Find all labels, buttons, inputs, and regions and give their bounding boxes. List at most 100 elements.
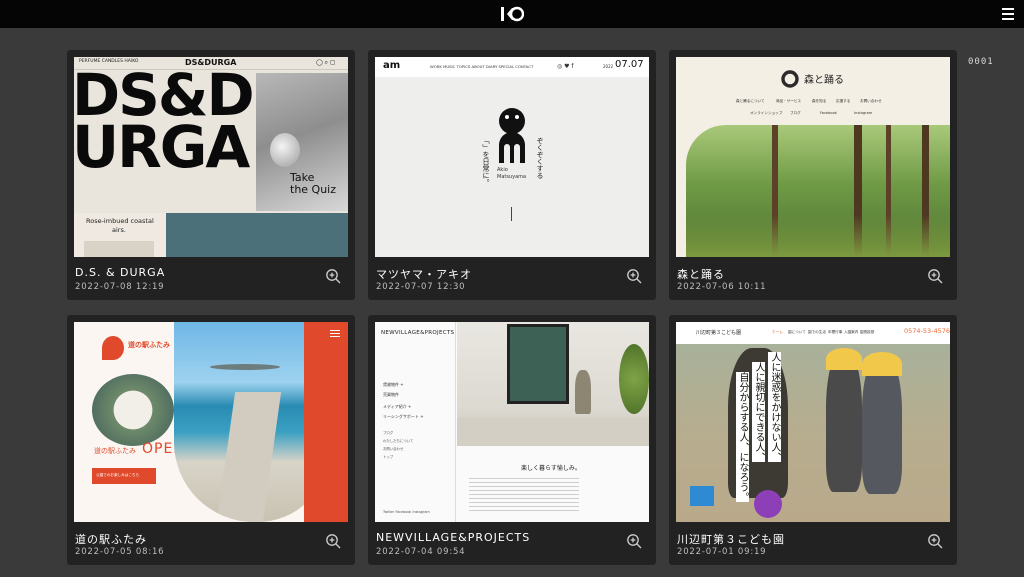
thumb-copy-2: 人に親切にできる人、 [752,362,765,462]
painting-image [507,324,569,404]
thumb-am-mark-icon [499,108,525,163]
thumb-icons: ◯ ⌕ ▢ [316,59,336,66]
ko-logo-icon[interactable] [500,5,524,23]
thumb-quiz-line2: the Quiz [290,183,337,196]
thumb-nav: 川辺町第３こども園 ホーム 園について 園での生活 年間行事 入園案内 園長挨拶… [676,322,950,344]
plant-vase [575,370,591,414]
thumb-nav-item: 商品・サービス [776,99,802,103]
thumb-interior-image [457,322,649,446]
zoom-in-icon[interactable] [927,268,943,284]
card-title[interactable]: 森と踊る [677,266,725,282]
site-thumbnail[interactable]: PERFUME CANDLES HAIKO DS&DURGA ◯ ⌕ ▢ DS&… [74,57,348,257]
thumb-link: オンラインショップ [750,111,783,115]
product-image [84,241,154,257]
thumb-caption: 楽しく暮らす愉しみ。 [521,465,581,472]
gallery-card-newvillage[interactable]: NEWVILLAGE&PROJECTS 賃貸物件 + 売買物件 メディア紹介 +… [368,315,656,565]
zoom-in-icon[interactable] [626,268,642,284]
thumb-children-photo [676,344,950,522]
thumb-logo-mark-icon [102,336,124,360]
thumb-nav-item: ホーム [772,330,783,334]
card-title[interactable]: D.S. & DURGA [75,266,165,279]
thumb-vertical-copy-2: 「」を日常に。 [482,137,490,186]
card-date: 2022-07-05 08:16 [75,547,165,557]
card-date: 2022-07-08 12:19 [75,282,165,292]
thumb-nav-item: 年間行事 [828,330,843,334]
thumb-nav-item: 森を知る [812,99,827,103]
zoom-in-icon[interactable] [626,533,642,549]
thumb-menu-small: トップ [383,455,394,459]
thumb-social-icons: ◎ ♥ f [557,63,574,70]
thumb-menu-small: ブログ [383,431,394,435]
thumb-menu-small: わたしたちについて [383,439,414,443]
thumb-nav-item: 森と踊るについて [736,99,765,103]
gallery-card-futami[interactable]: 道の駅ふたみ 道の駅ふたみ OPEN 公園でのお楽しみはこちら 道の駅ふたみ 2… [67,315,355,565]
card-date: 2022-07-04 09:54 [376,547,466,557]
card-title[interactable]: マツヤマ・アキオ [376,266,472,282]
thumb-cta-label: 公園でのお楽しみはこちら [96,473,140,477]
thumb-brand: 道の駅ふたみ [128,341,170,349]
thumb-menu-item: メディア紹介 + [383,404,412,409]
thumb-menu-small: お問い合わせ [383,447,404,451]
thumb-nav-item: 園長挨拶 [860,330,875,334]
thumb-tagline-line2: airs. [112,226,126,234]
thumb-copy-3: 自分からする人、になろう。 [736,372,749,502]
gallery-card-kawabe[interactable]: 川辺町第３こども園 ホーム 園について 園での生活 年間行事 入園案内 園長挨拶… [669,315,957,565]
thumb-food-image [92,374,174,446]
thumb-headline-jp: 道の駅ふたみ [94,447,136,455]
thumb-tagline-line1: Rose-imbued coastal [86,217,154,225]
thumb-nav-links: WORK MUSIC TOPICS ABOUT DIARY SPECIAL CO… [430,64,534,69]
thumb-link: ブログ [790,111,801,115]
bulb-shape [270,133,300,167]
card-title[interactable]: 川辺町第３こども園 [677,531,785,547]
thumb-brand: 森と踊る [804,75,844,86]
zoom-in-icon[interactable] [325,533,341,549]
card-title[interactable]: NEWVILLAGE&PROJECTS [376,531,530,544]
site-thumbnail[interactable]: am WORK MUSIC TOPICS ABOUT DIARY SPECIAL… [375,57,649,257]
thumb-menu-item: 売買物件 [383,392,399,397]
thumb-brand: NEWVILLAGE&PROJECTS [381,330,455,336]
thumb-copy-1: 人に迷惑をかけない人、 [768,352,781,462]
thumb-nav-item: 園での生活 [808,330,826,334]
hamburger-menu-icon[interactable] [1002,8,1014,20]
zoom-in-icon[interactable] [325,268,341,284]
thumb-name-line1: Akio [497,167,508,173]
site-thumbnail[interactable]: 森と踊る 森と踊るについて 商品・サービス 森を知る 応援する お問い合わせ オ… [676,57,950,257]
thumb-vertical-copy-1: ぞくぞくする [536,137,544,179]
thumb-side-panel [304,322,348,522]
card-date: 2022-07-07 12:30 [376,282,466,292]
thumb-menu-item: 賃貸物件 + [383,382,404,387]
thumb-forest-image [686,125,950,257]
thumb-nav-item: 園について [788,330,806,334]
thumb-logo: am [383,60,401,71]
thumb-date-big: 07.07 [615,59,644,70]
thumb-body-text [469,478,579,514]
thumb-hero-line2: URGA [74,113,250,181]
card-title[interactable]: 道の駅ふたみ [75,531,147,547]
site-thumbnail[interactable]: NEWVILLAGE&PROJECTS 賃貸物件 + 売買物件 メディア紹介 +… [375,322,649,522]
thumb-nav-item: 入園案内 [844,330,859,334]
page-counter: 0001 [968,57,994,67]
gallery-card-moritoodoru[interactable]: 森と踊る 森と踊るについて 商品・サービス 森を知る 応援する お問い合わせ オ… [669,50,957,300]
thumb-scroll-indicator [511,207,512,221]
gallery-card-dsdurga[interactable]: PERFUME CANDLES HAIKO DS&DURGA ◯ ⌕ ▢ DS&… [67,50,355,300]
thumb-nav-item: お問い合わせ [860,99,882,103]
gallery-card-matsuyama[interactable]: am WORK MUSIC TOPICS ABOUT DIARY SPECIAL… [368,50,656,300]
thumb-nav: 森と踊るについて 商品・サービス 森を知る 応援する お問い合わせ [736,97,896,107]
thumb-phone: 0574-53-4576 [904,327,950,335]
thumb-bulb-image: Take the Quiz [256,73,348,211]
thumb-menu-item: リーシングサポート + [383,414,424,419]
thumb-sea-image [166,213,348,257]
thumb-brand: 川辺町第３こども園 [696,330,742,336]
thumb-nav: am WORK MUSIC TOPICS ABOUT DIARY SPECIAL… [375,57,649,77]
thumb-links: オンラインショップ ブログ Facebook Instagram [750,110,890,120]
card-date: 2022-07-06 10:11 [677,282,767,292]
thumb-link: Facebook [820,111,837,115]
thumb-link: Instagram [854,111,873,115]
top-bar [0,0,1024,28]
site-thumbnail[interactable]: 道の駅ふたみ 道の駅ふたみ OPEN 公園でのお楽しみはこちら [74,322,348,522]
thumb-name-line2: Matsuyama [497,174,527,180]
thumb-date-small: 2022 [603,64,614,69]
thumb-nav-item: 応援する [836,99,851,103]
zoom-in-icon[interactable] [927,533,943,549]
site-thumbnail[interactable]: 川辺町第３こども園 ホーム 園について 園での生活 年間行事 入園案内 園長挨拶… [676,322,950,522]
